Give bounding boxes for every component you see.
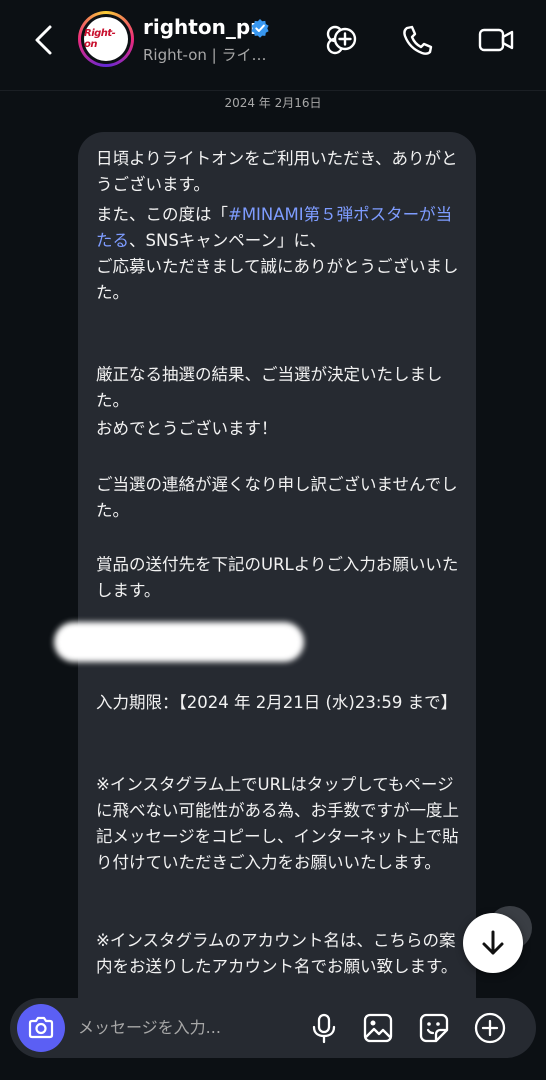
scroll-to-bottom-button[interactable] <box>463 913 523 973</box>
add-people-button[interactable] <box>322 20 362 60</box>
message-paragraph-apology: ご当選の連絡が遅くなり申し訳ございませんでした。 <box>96 475 458 520</box>
camera-button[interactable] <box>17 1004 65 1052</box>
profile-subtitle: Right-on | ライ… <box>143 46 267 64</box>
chat-header: Right-on righton_pr Right-on | ライ… <box>0 0 546 91</box>
sticker-button[interactable] <box>416 1010 452 1046</box>
message-paragraph-congrats: おめでとうございます！ <box>96 419 278 438</box>
plus-icon <box>474 1012 506 1044</box>
add-person-icon <box>326 25 357 55</box>
message-paragraph-url-request: 賞品の送付先を下記のURLよりご入力お願いいたします。 <box>96 555 459 600</box>
back-icon <box>35 25 52 55</box>
username[interactable]: righton_pr <box>143 15 260 39</box>
message-paragraph-thanks: ご応募いただきまして誠にありがとうございました。 <box>96 257 459 302</box>
arrow-down-icon <box>482 930 504 955</box>
more-options-button[interactable] <box>472 1010 508 1046</box>
camera-icon <box>28 1016 54 1039</box>
video-icon <box>478 28 514 52</box>
date-separator: 2024 年 2月16日 <box>224 96 322 110</box>
message-paragraph-greeting: 日頃よりライトオンをご利用いただき、ありがとうございます。 <box>96 149 458 194</box>
sticker-icon <box>419 1013 449 1043</box>
back-button[interactable] <box>28 20 64 60</box>
redacted-url <box>54 622 304 662</box>
video-call-button[interactable] <box>476 20 516 60</box>
phone-icon <box>403 25 433 55</box>
voice-message-button[interactable] <box>306 1010 342 1046</box>
message-paragraph-note-url: ※インスタグラム上でURLはタップしてもページに飛べない可能性がある為、お手数で… <box>96 775 459 872</box>
brand-logo: Right-on <box>84 17 128 61</box>
message-input[interactable] <box>78 1014 288 1040</box>
gallery-button[interactable] <box>360 1010 396 1046</box>
gallery-icon <box>363 1013 393 1043</box>
message-paragraph-result: 厳正なる抽選の結果、ご当選が決定いたしました。 <box>96 365 443 410</box>
voice-call-button[interactable] <box>398 20 438 60</box>
message-paragraph-note-account: ※インスタグラムのアカウント名は、こちらの案内をお送りしたアカウント名でお願い致… <box>96 931 458 976</box>
avatar[interactable]: Right-on <box>78 11 134 67</box>
message-paragraph-deadline: 入力期限：【2024 年 2月21日 (水)23:59 まで】 <box>96 693 458 712</box>
verified-badge-icon <box>251 19 269 38</box>
microphone-icon <box>312 1013 336 1044</box>
message-paragraph-campaign: また、この度は「#MINAMI第５弾ポスターが当たる、SNSキャンペーン」に、 <box>96 205 453 250</box>
